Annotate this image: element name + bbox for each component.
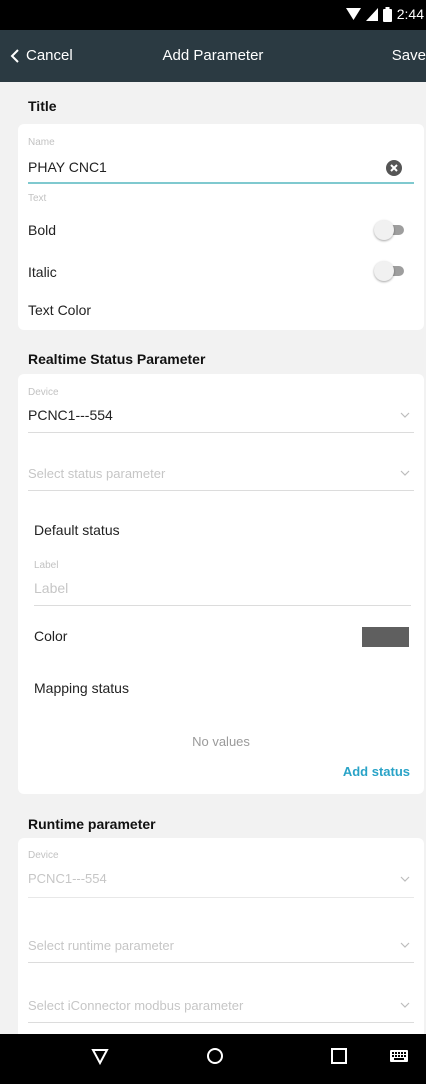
chevron-down-icon[interactable] <box>400 942 410 948</box>
add-status-button[interactable]: Add status <box>343 764 410 779</box>
label-underline <box>34 605 411 606</box>
runtime-heading: Runtime parameter <box>28 816 156 832</box>
home-icon[interactable] <box>206 1047 224 1065</box>
color-label: Color <box>34 628 68 644</box>
runtime-device-select[interactable]: PCNC1---554 <box>28 871 107 886</box>
bold-toggle[interactable] <box>374 220 404 240</box>
chevron-down-icon[interactable] <box>400 1002 410 1008</box>
runtime-device-underline <box>28 897 414 898</box>
device-select[interactable]: PCNC1---554 <box>28 407 113 423</box>
color-swatch[interactable] <box>362 627 409 647</box>
modbus-parameter-select[interactable]: Select iConnector modbus parameter <box>28 998 243 1013</box>
status-bar: 2:44 <box>0 0 426 30</box>
page-title: Add Parameter <box>162 47 264 64</box>
label-field[interactable]: Label <box>34 580 68 596</box>
keyboard-icon[interactable] <box>389 1047 409 1065</box>
navigation-bar <box>0 1034 426 1084</box>
name-hint: Name <box>28 137 55 148</box>
status-parameter-underline <box>28 490 414 491</box>
app-bar: Cancel Add Parameter Save <box>0 30 426 82</box>
device-underline <box>28 432 414 433</box>
mapping-status-label: Mapping status <box>34 680 129 696</box>
text-hint: Text <box>28 193 47 204</box>
battery-icon <box>382 6 392 22</box>
text-color-label[interactable]: Text Color <box>28 302 91 318</box>
chevron-down-icon[interactable] <box>400 470 410 476</box>
no-values-text: No values <box>192 734 250 749</box>
runtime-parameter-select[interactable]: Select runtime parameter <box>28 938 174 953</box>
device-hint: Device <box>28 387 59 398</box>
section-title-heading: Title <box>28 98 57 114</box>
modbus-parameter-underline <box>28 1022 414 1023</box>
status-parameter-select[interactable]: Select status parameter <box>28 466 165 481</box>
runtime-device-hint: Device <box>28 850 59 861</box>
realtime-card: Device PCNC1---554 Select status paramet… <box>18 374 424 794</box>
wifi-icon <box>345 7 361 20</box>
signal-icon <box>365 7 378 21</box>
italic-toggle[interactable] <box>374 261 404 281</box>
label-hint: Label <box>34 560 59 571</box>
save-button[interactable]: Save <box>392 47 426 64</box>
name-underline <box>28 182 414 184</box>
default-status-label: Default status <box>34 522 120 538</box>
name-field[interactable]: PHAY CNC1 <box>28 159 107 175</box>
clear-icon[interactable] <box>386 160 402 176</box>
recents-icon[interactable] <box>330 1047 348 1065</box>
title-card: Name PHAY CNC1 Text Bold Italic Text Col… <box>18 124 424 330</box>
bold-label: Bold <box>28 222 57 238</box>
chevron-down-icon[interactable] <box>400 876 410 882</box>
italic-label: Italic <box>28 264 57 280</box>
realtime-heading: Realtime Status Parameter <box>28 351 206 367</box>
clock: 2:44 <box>396 6 424 22</box>
runtime-parameter-underline <box>28 962 414 963</box>
runtime-card: Device PCNC1---554 Select runtime parame… <box>18 838 424 1034</box>
back-icon[interactable] <box>91 1047 109 1065</box>
chevron-down-icon[interactable] <box>400 412 410 418</box>
